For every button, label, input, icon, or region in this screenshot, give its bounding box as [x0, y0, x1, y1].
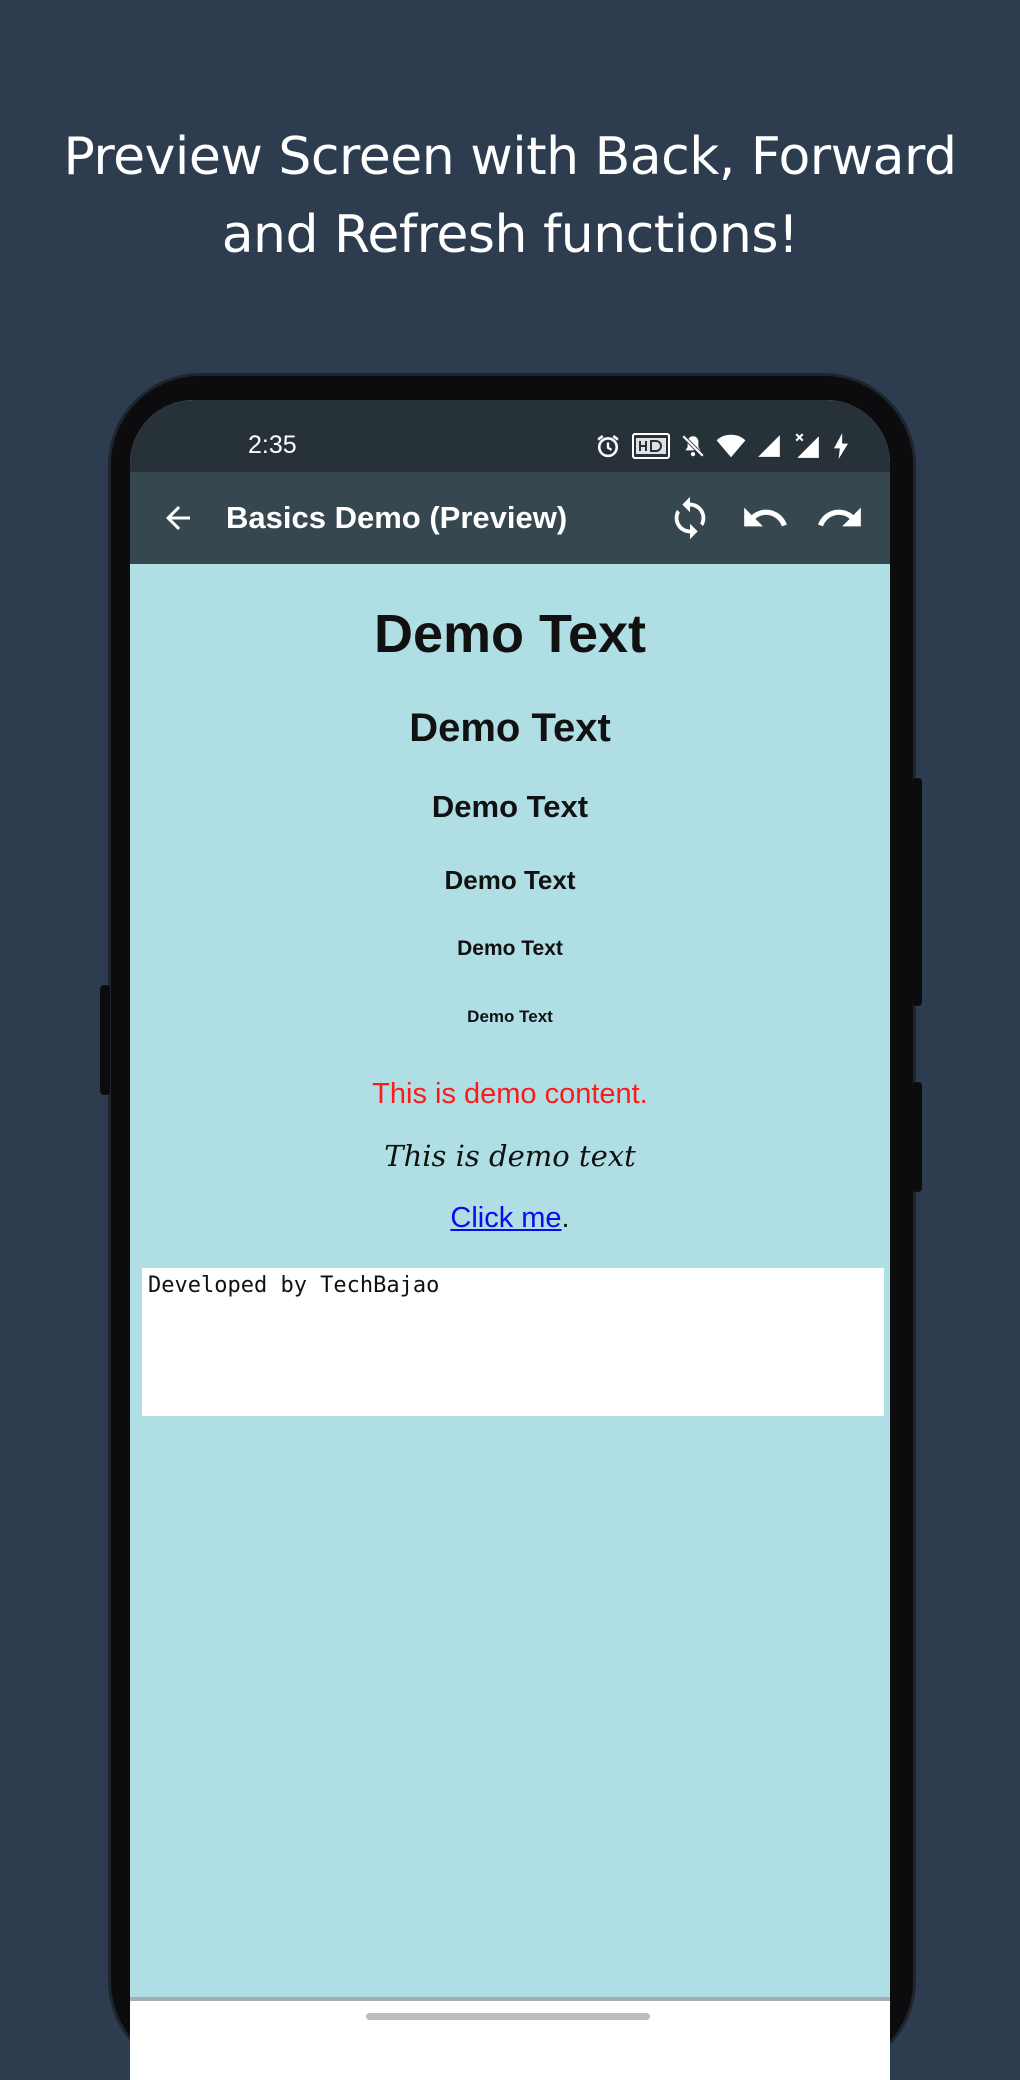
charging-icon — [832, 432, 850, 460]
heading-2: Demo Text — [409, 706, 611, 750]
heading-4: Demo Text — [444, 865, 576, 895]
link-suffix: . — [561, 1202, 570, 1234]
system-navigation-bar — [130, 1997, 890, 2080]
hd-voice-icon — [632, 433, 670, 459]
mute-icon — [680, 432, 706, 460]
signal-off-icon — [792, 432, 822, 460]
heading-3: Demo Text — [431, 789, 589, 824]
promo-headline-line-1: Preview Screen with Back, Forward — [63, 127, 957, 187]
heading-5: Demo Text — [457, 937, 563, 960]
phone-power-button — [912, 1082, 922, 1192]
arrow-left-icon — [166, 506, 190, 530]
redo-icon — [818, 507, 861, 527]
status-icons — [594, 432, 850, 460]
phone-volume-button — [912, 778, 922, 1006]
preformatted-text-box: Developed by TechBajao — [142, 1268, 884, 1416]
redo-button[interactable] — [814, 492, 866, 544]
promo-headline-line-2: and Refresh functions! — [221, 205, 799, 265]
red-paragraph: This is demo content. — [372, 1078, 648, 1110]
wifi-icon — [716, 433, 746, 459]
app-bar-title: Basics Demo (Preview) — [226, 500, 568, 535]
phone-side-button — [100, 985, 110, 1095]
app-bar: Basics Demo (Preview) — [130, 472, 890, 564]
web-preview: Demo Text Demo Text Demo Text Demo Text … — [130, 564, 890, 2024]
undo-button[interactable] — [739, 492, 791, 544]
link-paragraph: Click me. — [130, 1200, 890, 1236]
italic-paragraph: This is demo text — [384, 1139, 636, 1173]
alarm-icon — [594, 432, 622, 460]
status-bar: 2:35 — [130, 400, 890, 472]
refresh-icon — [674, 496, 706, 540]
gesture-handle[interactable] — [366, 2013, 650, 2020]
heading-6: Demo Text — [467, 1007, 553, 1026]
phone-screen: 2:35 Basics Demo (Preview) Demo Text Dem… — [130, 400, 890, 2080]
signal-icon — [756, 433, 782, 459]
status-time: 2:35 — [248, 431, 297, 459]
undo-icon — [744, 507, 787, 527]
heading-1: Demo Text — [373, 604, 647, 664]
back-button[interactable] — [154, 494, 202, 542]
click-me-link[interactable]: Click me — [450, 1202, 561, 1234]
refresh-button[interactable] — [664, 492, 716, 544]
promo-headline: Preview Screen with Back, Forward and Re… — [0, 118, 1020, 274]
